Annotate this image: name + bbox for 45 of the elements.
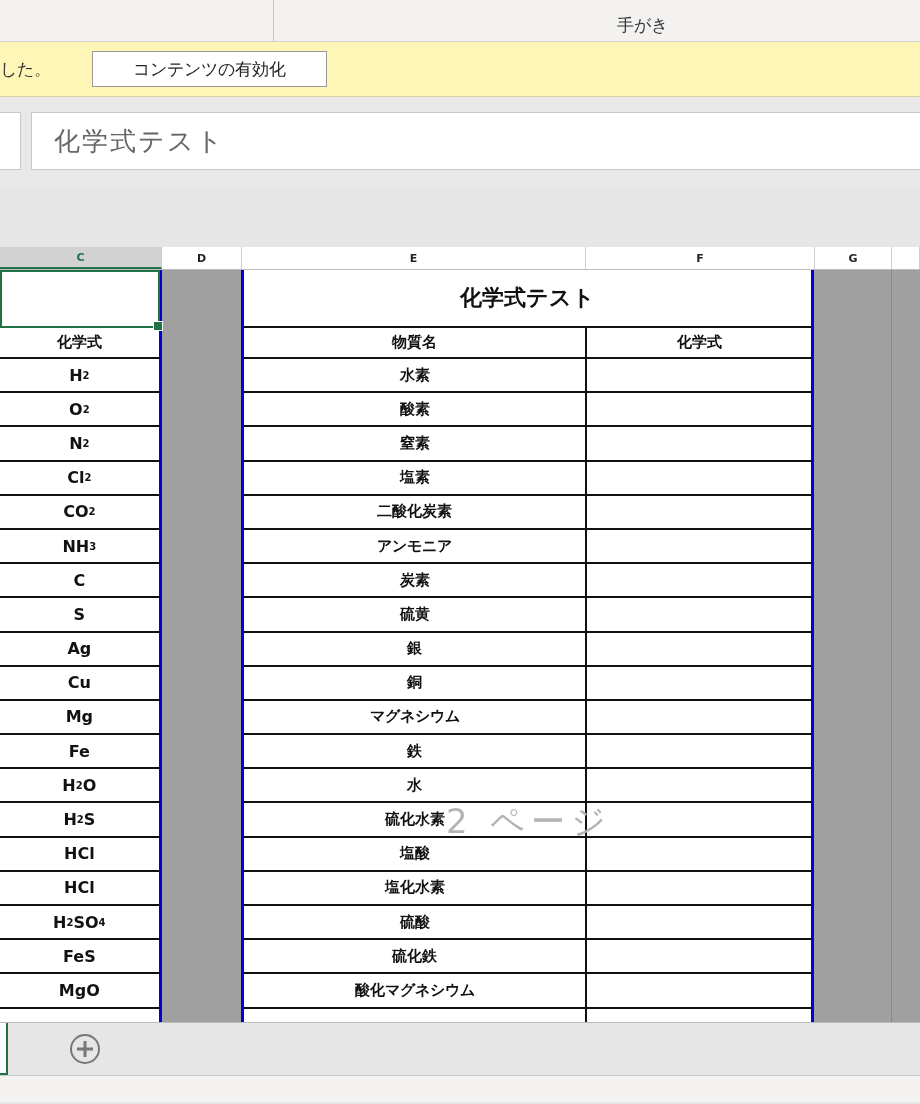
table-cell: 炭素: [244, 564, 588, 599]
table-cell: 窒素: [244, 427, 588, 462]
table-cell: 硫黄: [244, 598, 588, 633]
table-header: 化学式: [0, 328, 159, 359]
table-cell: Fe: [0, 735, 159, 770]
active-cell[interactable]: [0, 270, 160, 328]
table-cell: HCl: [0, 837, 159, 872]
table-cell: 硫化鉄: [244, 940, 588, 975]
table-cell: 塩素: [244, 461, 588, 496]
ribbon-group-label: 手がき: [616, 14, 668, 37]
table-cell: 銀: [244, 632, 588, 667]
column-header[interactable]: E: [242, 247, 586, 269]
table-cell: S: [0, 598, 159, 633]
table-cell: FeS: [0, 940, 159, 975]
table-cell: C: [0, 564, 159, 599]
table-cell: HCl: [0, 871, 159, 906]
column-header[interactable]: C: [0, 247, 162, 269]
table-cell: 水素: [244, 359, 588, 394]
table-cell: Ag: [0, 632, 159, 667]
formula-field[interactable]: 化学式テスト: [31, 112, 920, 170]
message-text: した。: [0, 57, 52, 81]
table-cell: 塩酸: [244, 837, 588, 872]
table-cell: MgO: [0, 974, 159, 1009]
add-sheet-icon[interactable]: [69, 1033, 101, 1065]
table-cell: Mg: [0, 700, 159, 736]
table-header: 物質名: [244, 328, 588, 359]
sheet-tab[interactable]: [0, 1023, 8, 1075]
table-cell: 鉄: [244, 735, 588, 770]
table-cell: マグネシウム: [244, 700, 588, 736]
column-header[interactable]: D: [162, 247, 242, 269]
table-title: 化学式テスト: [244, 270, 812, 328]
fill-handle[interactable]: [152, 321, 163, 331]
table-cell: Cu: [0, 666, 159, 701]
table-cell: 水: [244, 769, 588, 804]
table-cell: 酸素: [244, 393, 588, 428]
table-cell: 塩化水素: [244, 871, 588, 906]
table-cell: 酸化マグネシウム: [244, 974, 588, 1009]
table-cell: 硫酸: [244, 906, 588, 941]
table-cell: 二酸化炭素: [244, 495, 588, 530]
table-header: 化学式: [587, 328, 812, 359]
column-header[interactable]: G: [815, 247, 892, 269]
enable-content-button[interactable]: コンテンツの有効化: [92, 51, 327, 87]
table-cell: アンモニア: [244, 529, 588, 565]
column-header[interactable]: F: [586, 247, 815, 269]
table-cell: 銅: [244, 666, 588, 701]
